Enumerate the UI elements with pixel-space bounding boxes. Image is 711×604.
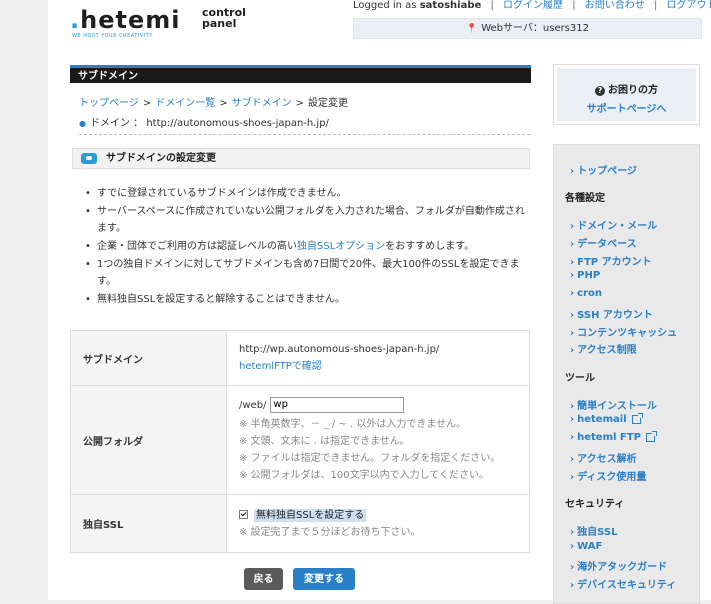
login-history-link[interactable]: ログイン履歴 <box>503 0 563 11</box>
top-links: Logged in as satoshiabe | ログイン履歴 | お問い合わ… <box>353 0 711 11</box>
pin-icon: 📍 <box>465 24 478 34</box>
folder-label: 公開フォルダ <box>70 385 227 495</box>
help-title: ? お困りの方 <box>557 81 696 96</box>
folder-cell: /web/ ※ 半角英数字、－ _ / ~ . 以外は入力できません。 ※ 文頭… <box>226 385 530 495</box>
sidebar-item-domain-mail[interactable]: ドメイン・メール <box>570 217 657 232</box>
form-row-subdomain: サブドメイン http://wp.autonomous-shoes-japan-… <box>70 330 530 386</box>
help-box: ? お困りの方 サポートページへ <box>553 64 700 125</box>
ssl-cell: 無料独自SSLを設定する ※ 設定完了まで５分ほどお待ち下さい。 <box>226 494 530 553</box>
sidebar-item-ftp-account[interactable]: FTP アカウント <box>570 253 651 268</box>
page-title: サブドメイン <box>70 65 531 83</box>
subdomain-value: http://wp.autonomous-shoes-japan-h.jp/ <box>239 344 440 355</box>
heteml-logo[interactable]: .hetemi WE HOST YOUR CREATIVITY control … <box>70 4 270 44</box>
sidebar-item-ssh-account[interactable]: SSH アカウント <box>570 306 653 321</box>
section-subheading: サブドメインの設定変更 <box>72 148 530 169</box>
username: satoshiabe <box>419 0 482 11</box>
folder-note: ※ 半角英数字、－ _ / ~ . 以外は入力できません。 <box>239 418 467 430</box>
sidebar-item-cron[interactable]: cron <box>570 288 602 299</box>
sidebar-item-ssl[interactable]: 独自SSL <box>570 523 617 538</box>
note-item: 無料独自SSLを設定すると解除することはできません。 <box>79 291 529 308</box>
divider <box>79 134 530 135</box>
sidebar-item-easy-install[interactable]: 簡単インストール <box>570 397 657 412</box>
external-link-icon <box>645 430 657 442</box>
form-row-folder: 公開フォルダ /web/ ※ 半角英数字、－ _ / ~ . 以外は入力できませ… <box>70 385 530 495</box>
server-info-bar: 📍 Webサーバ：users312 <box>353 18 702 39</box>
breadcrumb-subdomain[interactable]: サブドメイン <box>232 98 292 109</box>
question-icon: ? <box>595 86 605 96</box>
logout-link[interactable]: ログアウト <box>667 0 711 11</box>
sidebar-item-content-cache[interactable]: コンテンツキャッシュ <box>570 324 677 339</box>
sidebar-heading-settings: 各種設定 <box>565 193 605 204</box>
support-page-link[interactable]: サポートページへ <box>557 100 696 115</box>
sidebar-item-disk-usage[interactable]: ディスク使用量 <box>570 468 646 483</box>
submit-change-button[interactable]: 変更する <box>293 568 355 590</box>
speech-bubble-icon <box>81 153 97 164</box>
folder-note: ※ 公開フォルダは、100文字以内で入力してください。 <box>239 469 490 481</box>
ssl-option-link[interactable]: 独自SSLオプション <box>297 241 385 252</box>
ssl-note: ※ 設定完了まで５分ほどお待ち下さい。 <box>239 526 421 538</box>
subdomain-label: サブドメイン <box>70 330 227 386</box>
domain-info: ● ドメイン ： http://autonomous-shoes-japan-h.… <box>79 114 329 129</box>
sidebar-item-php[interactable]: PHP <box>570 270 600 281</box>
sidebar-item-heteml-ftp[interactable]: heteml FTP <box>570 430 657 443</box>
sidebar-heading-security: セキュリティ <box>565 499 625 510</box>
folder-prefix: /web/ <box>239 399 267 411</box>
contact-link[interactable]: お問い合わせ <box>585 0 645 11</box>
note-item: 企業・団体でご利用の方は認証レベルの高い独自SSLオプションをおすすめします。 <box>79 238 529 255</box>
external-link-icon <box>631 412 643 424</box>
bullet-icon: ● <box>79 119 86 128</box>
public-folder-input[interactable] <box>270 396 405 413</box>
breadcrumb-domain-list[interactable]: ドメイン一覧 <box>155 98 215 109</box>
settings-form-table: サブドメイン http://wp.autonomous-shoes-japan-… <box>70 330 530 553</box>
subheading-text: サブドメインの設定変更 <box>106 153 216 164</box>
breadcrumb-top[interactable]: トップページ <box>79 98 139 109</box>
sidebar-item-database[interactable]: データベース <box>570 235 637 250</box>
breadcrumb-current: 設定変更 <box>307 98 348 109</box>
sidebar-item-access-restriction[interactable]: アクセス制限 <box>570 341 637 356</box>
sidebar-item-hetemail[interactable]: hetemail <box>570 412 643 425</box>
note-item: すでに登録されているサブドメインは作成できません。 <box>79 185 529 202</box>
logged-in-prefix: Logged in as <box>353 0 417 11</box>
breadcrumb: トップページ > ドメイン一覧 > サブドメイン > 設定変更 <box>79 98 348 109</box>
ssl-label: 独自SSL <box>70 494 227 553</box>
folder-note: ※ ファイルは指定できません。フォルダを指定ください。 <box>239 452 501 464</box>
logo-tagline: WE HOST YOUR CREATIVITY <box>72 33 153 39</box>
logo-wordmark: .hetemi <box>70 6 181 34</box>
back-button[interactable]: 戻る <box>244 568 283 590</box>
note-item: サーバースペースに作成されていない公開フォルダを入力された場合、フォルダが自動作… <box>79 203 529 237</box>
server-label: Webサーバ：users312 <box>481 23 590 34</box>
heteml-ftp-confirm-link[interactable]: hetemlFTPで確認 <box>239 361 322 372</box>
domain-text: ドメイン ： http://autonomous-shoes-japan-h.j… <box>89 118 329 129</box>
free-ssl-checkbox[interactable] <box>239 510 248 519</box>
form-row-ssl: 独自SSL 無料独自SSLを設定する ※ 設定完了まで５分ほどお待ち下さい。 <box>70 494 530 553</box>
notes-list: すでに登録されているサブドメインは作成できません。 サーバースペースに作成されて… <box>79 185 529 309</box>
sidebar-nav: トップページ 各種設定 ドメイン・メール データベース FTP アカウント PH… <box>553 144 700 604</box>
sidebar-heading-tools: ツール <box>565 373 595 384</box>
note-item: 1つの独自ドメインに対してサブドメインも含め7日間で20件、最大100件のSSL… <box>79 256 529 290</box>
sidebar-item-overseas-attack-guard[interactable]: 海外アタックガード <box>570 558 667 573</box>
sidebar-item-access-analytics[interactable]: アクセス解析 <box>570 450 637 465</box>
logo-control-panel: control panel <box>202 6 246 30</box>
free-ssl-checkbox-label[interactable]: 無料独自SSLを設定する <box>254 508 367 522</box>
sidebar-item-top[interactable]: トップページ <box>570 162 637 177</box>
sidebar-item-waf[interactable]: WAF <box>570 541 602 552</box>
folder-note: ※ 文頭、文末に . は指定できません。 <box>239 435 410 447</box>
subdomain-cell: http://wp.autonomous-shoes-japan-h.jp/ h… <box>226 330 530 386</box>
sidebar-item-device-security[interactable]: デバイスセキュリティ <box>570 576 676 591</box>
